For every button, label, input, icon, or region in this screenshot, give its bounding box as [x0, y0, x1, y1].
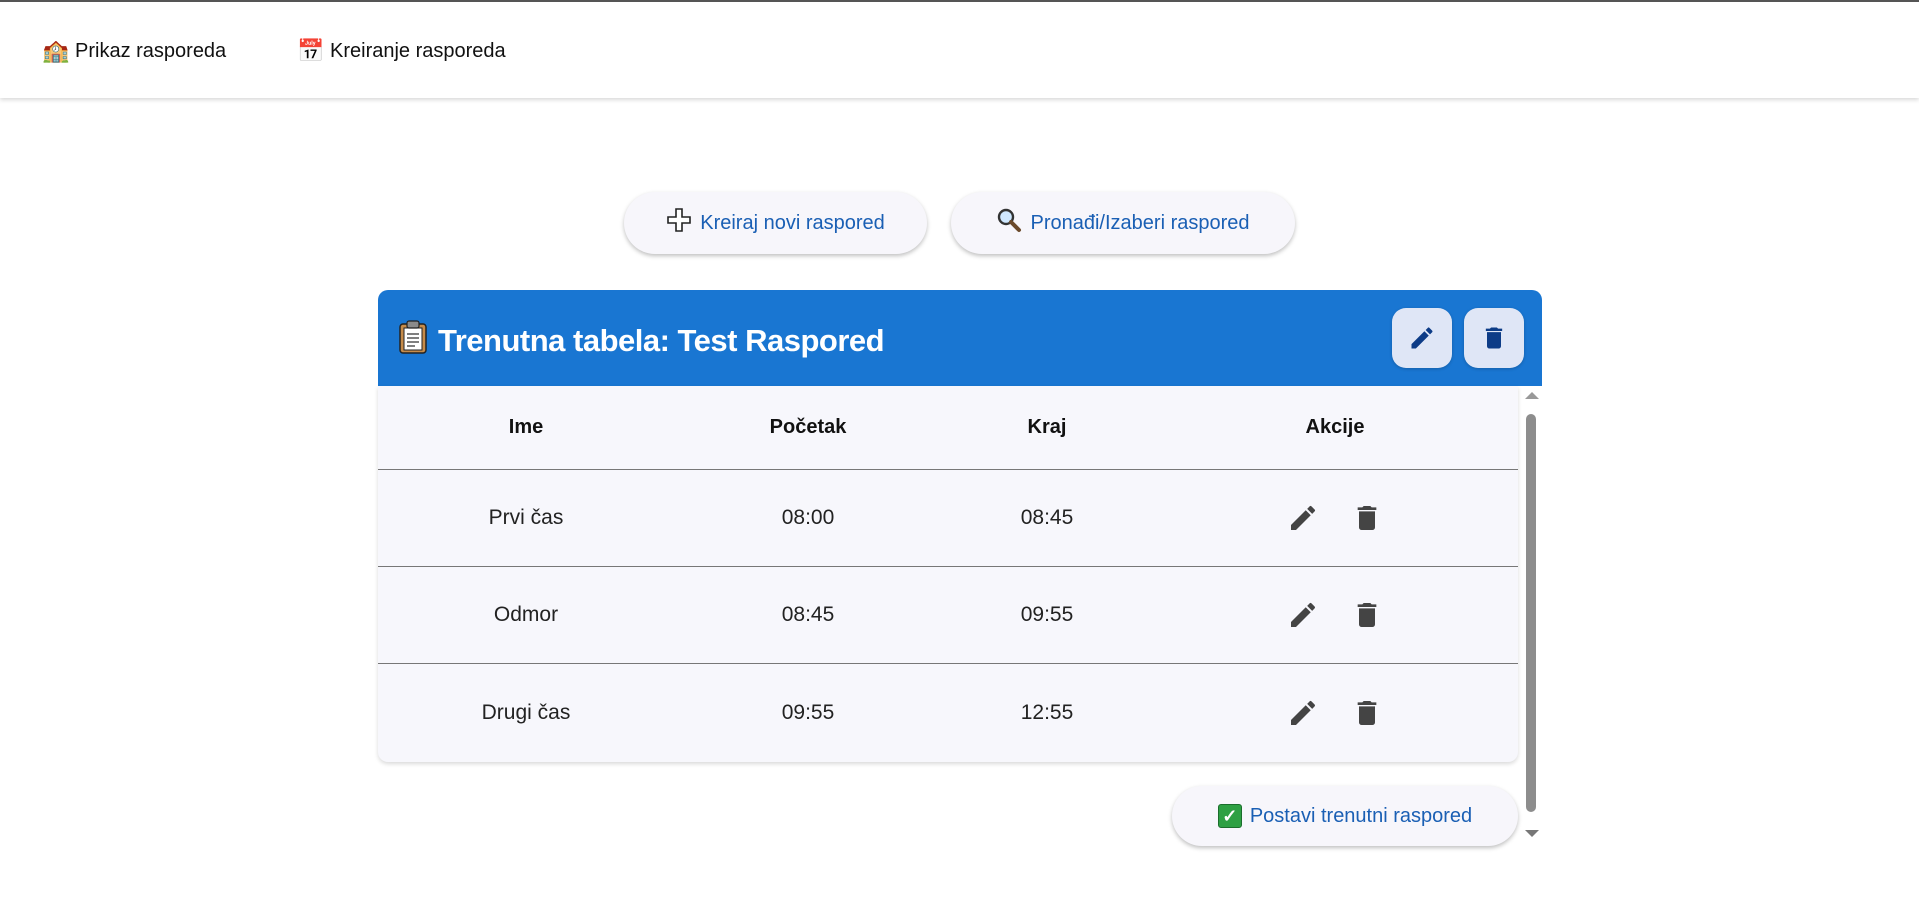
trash-icon: [1357, 700, 1377, 725]
calendar-icon: 📅: [297, 38, 325, 63]
trash-icon: [1485, 327, 1503, 349]
delete-schedule-button[interactable]: [1464, 308, 1524, 368]
top-navigation: 🏫 Prikaz rasporeda 📅 Kreiranje rasporeda: [0, 0, 1919, 98]
scroll-down-arrow-icon[interactable]: [1525, 830, 1539, 837]
delete-row-button[interactable]: [1350, 501, 1384, 535]
row-start: 09:55: [781, 700, 835, 724]
find-schedule-label: Pronađi/Izaberi raspored: [1030, 211, 1250, 234]
trash-icon: [1357, 506, 1377, 530]
delete-row-button[interactable]: [1350, 696, 1384, 730]
row-actions: [1152, 567, 1518, 663]
schedule-card-header: Trenutna tabela: Test Raspored: [378, 290, 1542, 386]
trash-icon: [1357, 603, 1377, 627]
pencil-icon: [1291, 700, 1316, 725]
edit-row-button[interactable]: [1286, 696, 1320, 730]
create-schedule-label: Kreiraj novi raspored: [700, 211, 885, 234]
column-header-name: Ime: [508, 416, 544, 438]
school-building-icon: 🏫: [42, 38, 70, 63]
table-row: Drugi čas 09:55 12:55: [378, 664, 1518, 761]
set-current-schedule-label: Postavi trenutni raspored: [1249, 804, 1473, 827]
table-scrollbar[interactable]: [1523, 386, 1539, 846]
edit-row-button[interactable]: [1286, 501, 1320, 535]
pencil-icon: [1291, 602, 1316, 627]
schedule-table: Ime Početak Kraj Akcije Prvi čas 08:00 0…: [378, 386, 1518, 762]
nav-item-prikaz-rasporeda[interactable]: 🏫 Prikaz rasporeda: [42, 38, 226, 64]
edit-row-button[interactable]: [1286, 598, 1320, 632]
row-end: 12:55: [1020, 700, 1074, 724]
row-start: 08:45: [781, 603, 835, 626]
table-row: Prvi čas 08:00 08:45: [378, 470, 1518, 567]
row-actions: [1152, 664, 1518, 761]
nav-item-kreiranje-rasporeda[interactable]: 📅 Kreiranje rasporeda: [297, 38, 506, 64]
row-actions: [1152, 470, 1518, 566]
table-header-row: Ime Početak Kraj Akcije: [378, 386, 1518, 470]
nav-item-label: Kreiranje rasporeda: [330, 39, 506, 62]
column-header-start: Početak: [769, 416, 847, 438]
row-start: 08:00: [781, 506, 835, 529]
table-row: Odmor 08:45 09:55: [378, 567, 1518, 664]
plus-icon: [666, 207, 692, 240]
set-current-schedule-button[interactable]: ✓ Postavi trenutni raspored: [1172, 786, 1518, 846]
create-schedule-button[interactable]: Kreiraj novi raspored: [624, 192, 927, 254]
row-name: Drugi čas: [481, 700, 571, 724]
card-title: Trenutna tabela: Test Raspored: [398, 320, 885, 362]
row-end: 08:45: [1020, 506, 1074, 529]
card-title-text: Trenutna tabela: Test Raspored: [438, 323, 885, 358]
pencil-icon: [1291, 505, 1316, 530]
row-end: 09:55: [1020, 603, 1074, 626]
scroll-up-arrow-icon[interactable]: [1525, 392, 1539, 399]
nav-item-label: Prikaz rasporeda: [75, 39, 227, 62]
pencil-icon: [1411, 327, 1433, 349]
column-header-end: Kraj: [1027, 416, 1067, 438]
row-name: Prvi čas: [488, 506, 564, 529]
scroll-thumb[interactable]: [1526, 414, 1536, 812]
clipboard-icon: [398, 320, 428, 362]
check-icon: ✓: [1217, 804, 1242, 828]
magnifier-icon: [996, 207, 1022, 240]
find-schedule-button[interactable]: Pronađi/Izaberi raspored: [951, 192, 1295, 254]
edit-schedule-button[interactable]: [1392, 308, 1452, 368]
column-header-actions: Akcije: [1305, 416, 1365, 438]
delete-row-button[interactable]: [1350, 598, 1384, 632]
row-name: Odmor: [493, 603, 559, 626]
